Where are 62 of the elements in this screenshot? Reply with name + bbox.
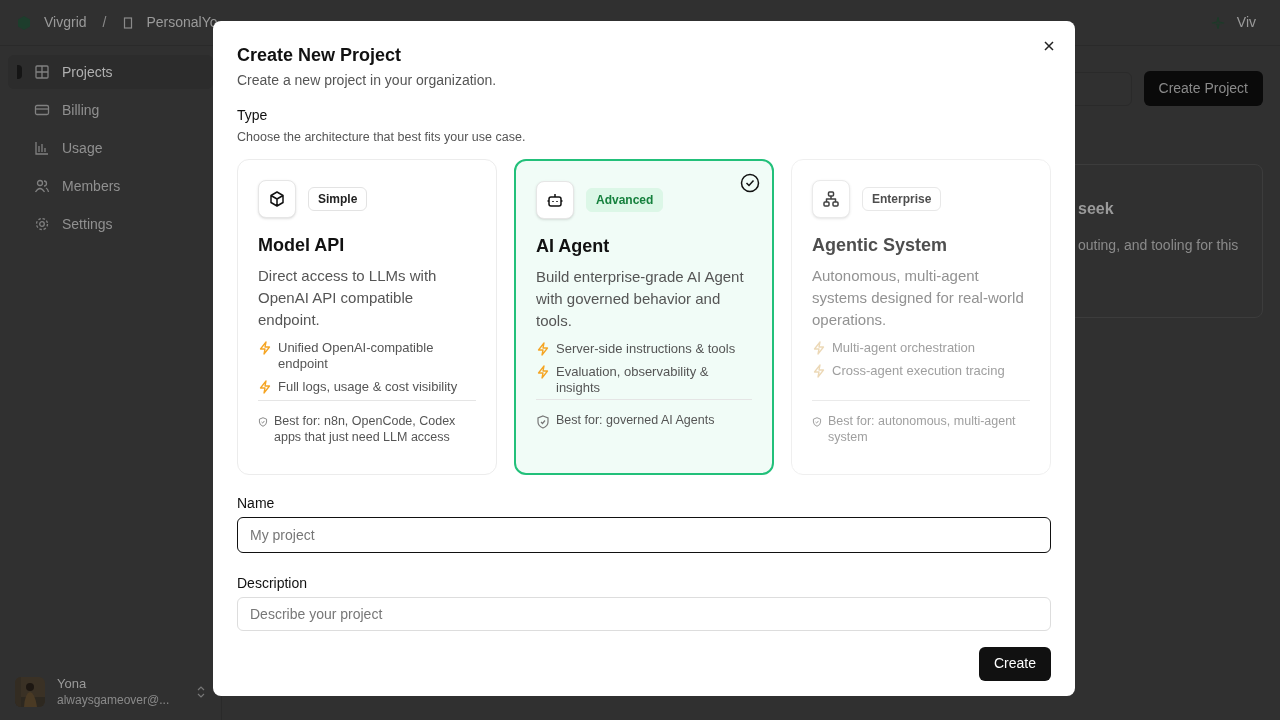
feature-text: Evaluation, observability & insights <box>556 363 710 396</box>
feature-text: Unified OpenAI-compatible endpoint <box>278 339 435 372</box>
create-button[interactable]: Create <box>978 646 1051 681</box>
name-label: Name <box>237 493 276 513</box>
lightning-icon <box>536 364 550 379</box>
feature-text: Server-side instructions & tools <box>556 340 736 357</box>
check-circle-icon <box>740 172 760 193</box>
sidebar-item[interactable]: Billing <box>8 93 213 127</box>
lightning-icon <box>258 379 272 394</box>
user-name[interactable]: Viv <box>1236 12 1256 33</box>
tier-badge: Enterprise <box>862 186 942 211</box>
sidebar-item[interactable]: Settings <box>8 207 213 241</box>
option-description: Build enterprise-grade AI Agent with governed behavior and tools. <box>536 266 745 331</box>
breadcrumb-separator: / <box>102 13 107 32</box>
feature-text: Full logs, usage & cost visibility <box>278 378 458 395</box>
sidebar-item[interactable]: Projects <box>8 55 213 89</box>
project-description: outing, and tooling for this <box>1078 236 1239 255</box>
project-title: seek <box>1078 199 1114 219</box>
type-label: Type <box>237 106 269 125</box>
settings-icon <box>34 216 50 232</box>
lightning-icon <box>536 341 550 356</box>
cube-icon <box>258 179 296 218</box>
chevrons-icon[interactable] <box>196 685 206 699</box>
feature-text: Multi-agent orchestration <box>832 339 976 356</box>
feature-text: Cross-agent execution tracing <box>832 362 1005 379</box>
option-title: AI Agent <box>536 234 611 258</box>
dialog-title: Create New Project <box>237 44 403 67</box>
description-input[interactable]: Describe your project <box>237 596 1051 631</box>
bar-chart-icon <box>34 140 50 156</box>
option-title: Model API <box>258 233 346 257</box>
lightning-icon <box>812 363 826 378</box>
account-email: alwaysgameover@... <box>57 692 171 708</box>
robot-icon <box>536 180 574 219</box>
sidebar-item[interactable]: Members <box>8 169 213 203</box>
best-for-text: Best for: governed AI Agents <box>556 411 715 428</box>
option-description: Autonomous, multi-agent systems designed for real-world operations. <box>812 265 1025 330</box>
card-icon <box>34 102 50 118</box>
account-name: Yona <box>57 676 88 692</box>
shield-icon <box>536 414 550 429</box>
building-icon <box>122 16 135 29</box>
name-input[interactable]: My project <box>237 516 1051 553</box>
dialog-subtitle: Create a new project in your organization. <box>237 71 498 90</box>
option-description: Direct access to LLMs with OpenAI API compatible endpoint. <box>258 265 438 330</box>
best-for-text: Best for: n8n, OpenCode, Codex apps that just need LLM access <box>274 412 457 445</box>
brand-name[interactable]: Vivgrid <box>44 12 87 33</box>
best-for-text: Best for: autonomous, multi-agent system <box>828 412 1017 445</box>
tier-badge: Advanced <box>586 187 664 212</box>
option-title: Agentic System <box>812 233 949 257</box>
users-icon <box>34 178 50 194</box>
lightning-icon <box>258 340 272 355</box>
grid-icon <box>34 64 50 80</box>
option-card[interactable] <box>237 158 497 475</box>
option-card[interactable]: Advanced AI Agent Build enterprise-grade AI Agent with governed behavior and tools. Server-side instructions & tools Evaluation, observability & insights Best for: governed AI Agents <box>514 158 774 475</box>
create-project-button[interactable]: Create Project <box>1143 71 1263 106</box>
shield-icon <box>812 415 822 428</box>
sidebar-item[interactable]: Usage <box>8 131 213 165</box>
type-hint: Choose the architecture that best fits your use case. <box>237 129 527 146</box>
lightning-icon <box>812 340 826 355</box>
shield-icon <box>258 415 268 428</box>
hierarchy-icon <box>812 179 850 218</box>
tier-badge: Simple <box>308 186 368 211</box>
description-label: Description <box>237 573 309 593</box>
